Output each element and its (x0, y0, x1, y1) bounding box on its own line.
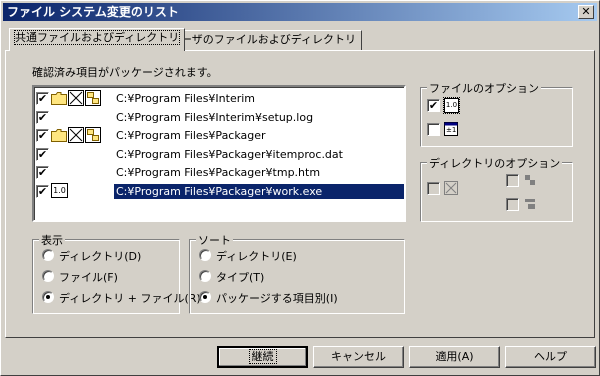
subtree-icon (85, 127, 101, 143)
folder-icon (51, 128, 67, 142)
calendar-icon: ±1 (444, 122, 459, 137)
cancel-button-label: キャンセル (331, 350, 386, 363)
file-list[interactable]: ✔ C:¥Program Files¥Interim ✔ C:¥Program Fil… (32, 85, 406, 222)
display-option-label[interactable]: ファイル(F) (59, 269, 118, 285)
calendar-icon-text: ±1 (446, 126, 457, 134)
item-path: C:¥Program Files¥Packager¥work.exe (114, 183, 404, 199)
title-bar: ファイル システム変更のリスト ✕ (3, 3, 597, 21)
apply-button-label: 適用(A) (435, 350, 474, 363)
tab-user-files[interactable]: ユーザのファイルおよびディレクトリ (164, 30, 363, 50)
display-option-label[interactable]: ディレクトリ + ファイル(R) (59, 290, 201, 306)
close-button[interactable]: ✕ (578, 5, 594, 19)
dir-options-title: ディレクトリのオプション (427, 155, 563, 171)
apply-button[interactable]: 適用(A) (409, 346, 500, 368)
sort-radio-2[interactable] (199, 291, 211, 303)
dialog-window: ファイル システム変更のリスト ✕ 共通ファイルおよびディレクトリ ユーザのファ… (0, 0, 600, 376)
item-path: C:¥Program Files¥Packager (116, 129, 266, 142)
dir-option-2-checkbox[interactable] (506, 174, 519, 187)
dir-tree-icon (523, 173, 537, 187)
exclude-icon (68, 90, 84, 106)
radio-dot (46, 295, 50, 299)
sort-radio-0[interactable] (199, 249, 211, 261)
version-icon-text: 1.0 (445, 101, 458, 109)
sort-radio-1[interactable] (199, 270, 211, 282)
sort-option-label[interactable]: ディレクトリ(E) (216, 248, 297, 264)
version-icon: 1.0 (51, 182, 68, 198)
date-check-checkbox[interactable] (427, 123, 440, 136)
dir-subtree-icon (523, 197, 537, 211)
file-options-group: ファイルのオプション ✔ 1.0 ±1 (420, 80, 573, 147)
subtree-icon (85, 90, 101, 106)
sort-option-label[interactable]: パッケージする項目別(I) (216, 290, 338, 306)
item-path: C:¥Program Files¥Interim (116, 92, 256, 105)
continue-button-label: 継続 (248, 349, 277, 364)
file-options-title: ファイルのオプション (427, 80, 541, 96)
sort-group: ソート ディレクトリ(E) タイプ(T) パッケージする項目別(I) (189, 232, 405, 314)
help-button-label: ヘルプ (534, 350, 567, 363)
folder-icon (51, 91, 67, 105)
confirmed-label: 確認済み項目がパッケージされます。 (32, 66, 218, 79)
display-radio-0[interactable] (42, 249, 54, 261)
window-title: ファイル システム変更のリスト (7, 5, 179, 19)
item-path: C:¥Program Files¥Packager¥itemproc.dat (116, 147, 343, 161)
exclude-icon (68, 127, 84, 143)
dir-options-group: ディレクトリのオプション (420, 155, 573, 222)
tab-common-files-label: 共通ファイルおよびディレクトリ (13, 30, 181, 45)
list-item[interactable]: ✔ 1.0 C:¥Program Files¥Packager¥work.exe (34, 182, 404, 200)
dir-check-checkbox[interactable] (427, 182, 440, 195)
dir-option-3-checkbox[interactable] (506, 198, 519, 211)
version-icon: 1.0 (443, 97, 460, 114)
version-check-checkbox[interactable]: ✔ (427, 99, 440, 112)
list-item[interactable]: ✔ C:¥Program Files¥Interim¥setup.log (34, 108, 404, 126)
list-item[interactable]: ✔ C:¥Program Files¥Packager¥itemproc.dat (34, 145, 404, 163)
item-path: C:¥Program Files¥Interim¥setup.log (116, 110, 314, 124)
dir-compare-icon (444, 181, 459, 196)
radio-dot (203, 295, 207, 299)
tab-user-files-label: ユーザのファイルおよびディレクトリ (170, 33, 357, 46)
close-icon: ✕ (581, 5, 591, 18)
display-group: 表示 ディレクトリ(D) ファイル(F) ディレクトリ + ファイル(R) (32, 232, 201, 314)
item-checkbox[interactable]: ✔ (36, 110, 49, 124)
tab-common-files[interactable]: 共通ファイルおよびディレクトリ (9, 28, 186, 51)
item-checkbox[interactable]: ✔ (36, 129, 49, 142)
item-path: C:¥Program Files¥Packager¥tmp.htm (116, 166, 321, 179)
item-checkbox[interactable]: ✔ (36, 147, 49, 161)
display-option-label[interactable]: ディレクトリ(D) (59, 248, 141, 264)
item-checkbox[interactable]: ✔ (36, 92, 49, 105)
cancel-button[interactable]: キャンセル (313, 346, 404, 368)
display-radio-1[interactable] (42, 270, 54, 282)
display-title: 表示 (39, 232, 65, 248)
display-radio-2[interactable] (42, 291, 54, 303)
item-checkbox[interactable]: ✔ (36, 166, 49, 179)
help-button[interactable]: ヘルプ (505, 346, 596, 368)
sort-title: ソート (196, 232, 233, 248)
continue-button[interactable]: 継続 (217, 346, 308, 368)
list-item[interactable]: ✔ C:¥Program Files¥Interim (34, 89, 404, 107)
sort-option-label[interactable]: タイプ(T) (216, 269, 264, 285)
item-checkbox[interactable]: ✔ (36, 184, 49, 198)
list-item[interactable]: ✔ C:¥Program Files¥Packager (34, 126, 404, 144)
list-item[interactable]: ✔ C:¥Program Files¥Packager¥tmp.htm (34, 163, 404, 181)
